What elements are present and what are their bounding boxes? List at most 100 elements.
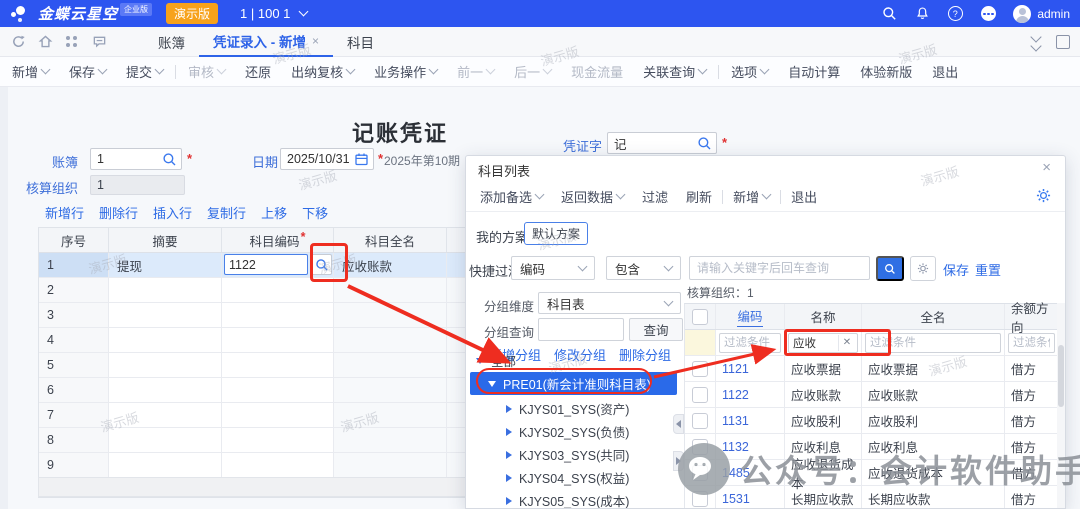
collapse-right-icon[interactable] [673, 451, 684, 471]
tree-node-assets[interactable]: KJYS01_SYS(资产) [466, 397, 679, 420]
filter-fullname-cell[interactable] [862, 330, 1005, 355]
toolbar-item-cashier-review[interactable]: 出纳复核 [291, 62, 354, 81]
filter-button[interactable]: 过滤 [642, 187, 668, 206]
toolbar-item-next[interactable]: 后一 [514, 62, 551, 81]
cell-summary[interactable]: 提现 [109, 253, 222, 277]
cell-code[interactable] [222, 303, 334, 327]
scrollbar-thumb[interactable] [1058, 345, 1064, 407]
delete-row-link[interactable]: 删除行 [99, 203, 138, 222]
cell-summary[interactable] [109, 378, 222, 402]
code-edit-box[interactable] [224, 254, 308, 275]
cell-code[interactable] [222, 453, 334, 477]
filter-name-cell[interactable]: ✕ [785, 330, 862, 355]
clear-filter-icon[interactable]: ✕ [838, 335, 855, 351]
tree-node-pre01[interactable]: PRE01(新会计准则科目表) [470, 372, 677, 395]
account-row-1485[interactable]: 1485应收退货成本应收退货成本借方 [685, 460, 1057, 486]
book-field[interactable] [90, 148, 182, 170]
cell-summary[interactable] [109, 453, 222, 477]
header-direction[interactable]: 余额方向 [1005, 304, 1058, 329]
group-search-box[interactable] [538, 318, 624, 341]
insert-row-link[interactable]: 插入行 [153, 203, 192, 222]
cell-code[interactable] [222, 403, 334, 427]
cell-code[interactable] [222, 278, 334, 302]
account-row-1131[interactable]: 1131应收股利应收股利借方 [685, 408, 1057, 434]
calendar-icon[interactable] [354, 152, 370, 168]
keyword-input[interactable] [690, 257, 869, 279]
header-name[interactable]: 名称 [785, 304, 862, 329]
toolbar-item-business-ops[interactable]: 业务操作 [374, 62, 437, 81]
row-checkbox[interactable] [692, 387, 708, 403]
search-button[interactable] [876, 256, 904, 281]
default-plan-chip[interactable]: 默认方案 [524, 222, 588, 245]
tree-node-liabilities[interactable]: KJYS02_SYS(负债) [466, 420, 679, 443]
account-row-1121[interactable]: 1121应收票据应收票据借方 [685, 356, 1057, 382]
cell-code[interactable] [222, 253, 334, 277]
toolbar-item-restore[interactable]: 还原 [245, 62, 271, 81]
return-data-button[interactable]: 返回数据 [561, 187, 624, 206]
add-row-link[interactable]: 新增行 [45, 203, 84, 222]
filter-field-select[interactable]: 编码 [511, 256, 595, 280]
magnifier-icon[interactable] [162, 152, 178, 168]
toolbar-item-submit[interactable]: 提交 [126, 62, 163, 81]
account-row-1132[interactable]: 1132应收利息应收利息借方 [685, 434, 1057, 460]
group-search-input[interactable] [539, 319, 623, 340]
toolbar-item-save[interactable]: 保存 [69, 62, 106, 81]
toolbar-item-audit[interactable]: 审核 [188, 62, 225, 81]
code-filter-input[interactable] [720, 334, 780, 352]
row-checkbox[interactable] [692, 361, 708, 377]
toolbar-item-previous[interactable]: 前一 [457, 62, 494, 81]
toolbar-item-try-new[interactable]: 体验新版 [860, 62, 912, 81]
tab-close-icon[interactable]: × [312, 34, 319, 48]
header-fullname[interactable]: 全名 [862, 304, 1005, 329]
row-checkbox[interactable] [692, 491, 708, 507]
account-row-1531[interactable]: 1531长期应收款长期应收款借方 [685, 486, 1057, 509]
expand-window-icon[interactable] [1056, 35, 1070, 49]
account-lookup-button[interactable] [311, 254, 332, 275]
toolbar-item-options[interactable]: 选项 [731, 62, 768, 81]
cell-code[interactable] [222, 428, 334, 452]
collapse-left-icon[interactable] [673, 414, 684, 434]
group-query-button[interactable]: 查询 [629, 318, 683, 341]
tree-node-cost[interactable]: KJYS05_SYS(成本) [466, 489, 679, 509]
move-up-link[interactable]: 上移 [261, 203, 287, 222]
home-icon[interactable] [37, 34, 53, 50]
filter-settings-button[interactable] [910, 256, 936, 281]
account-code-link[interactable]: 1485 [722, 466, 750, 480]
move-down-link[interactable]: 下移 [302, 203, 328, 222]
tab-accounts[interactable]: 科目 [333, 27, 388, 56]
voucher-word-field[interactable] [607, 132, 717, 154]
status-icon[interactable] [980, 6, 996, 22]
message-icon[interactable] [91, 34, 107, 50]
refresh-button[interactable]: 刷新 [686, 187, 712, 206]
select-all-checkbox[interactable] [692, 309, 708, 325]
direction-filter-input[interactable] [1009, 334, 1054, 352]
reset-filter-link[interactable]: 重置 [975, 260, 1001, 279]
group-dim-select[interactable]: 科目表 [538, 292, 681, 314]
tab-account-books[interactable]: 账簿 [144, 27, 199, 56]
cell-summary[interactable] [109, 278, 222, 302]
tree-node-equity[interactable]: KJYS04_SYS(权益) [466, 466, 679, 489]
toolbar-item-cashflow[interactable]: 现金流量 [571, 62, 623, 81]
toolbar-item-new[interactable]: 新增 [12, 62, 49, 81]
toolbar-item-exit[interactable]: 退出 [932, 62, 958, 81]
avatar[interactable] [1013, 5, 1031, 23]
filter-operator-select[interactable]: 包含 [606, 256, 681, 280]
org-selector[interactable]: 1 | 100 1 [240, 6, 307, 21]
apps-icon[interactable] [64, 34, 80, 50]
date-field[interactable] [280, 148, 374, 170]
tab-voucher-entry[interactable]: 凭证录入 - 新增 × [199, 26, 333, 57]
cell-code[interactable] [222, 328, 334, 352]
account-code-link[interactable]: 1131 [722, 414, 749, 428]
row-checkbox[interactable] [692, 413, 708, 429]
tree-node-all[interactable]: 全部 [466, 349, 679, 372]
row-checkbox[interactable] [692, 465, 708, 481]
magnifier-icon[interactable] [697, 136, 713, 152]
name-filter-input[interactable] [789, 334, 838, 352]
code-input[interactable] [225, 255, 307, 274]
account-code-link[interactable]: 1132 [722, 440, 749, 454]
search-icon[interactable] [881, 6, 897, 22]
toolbar-item-auto-calc[interactable]: 自动计算 [788, 62, 840, 81]
fullname-filter-input[interactable] [866, 334, 1000, 352]
filter-code-cell[interactable] [716, 330, 785, 355]
cell-summary[interactable] [109, 353, 222, 377]
